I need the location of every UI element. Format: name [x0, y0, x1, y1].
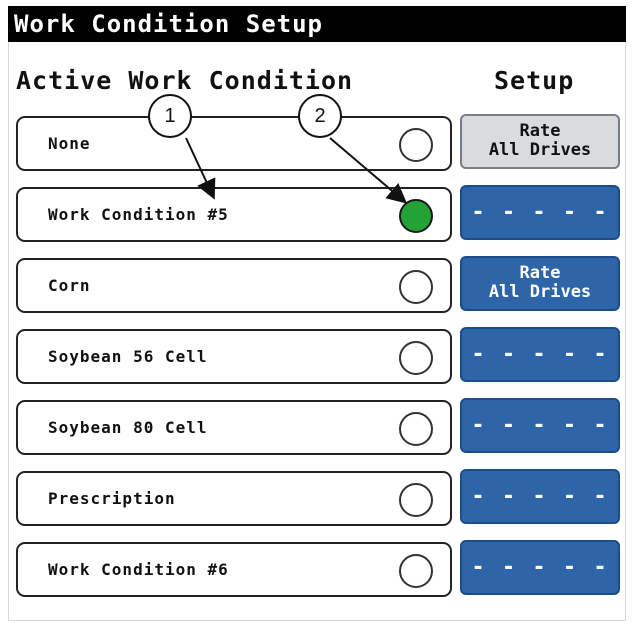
callout-2-leader: [329, 137, 408, 204]
callout-2-badge: 2: [298, 94, 342, 138]
callout-1-leader: [185, 137, 216, 200]
callout-1-badge: 1: [148, 94, 192, 138]
